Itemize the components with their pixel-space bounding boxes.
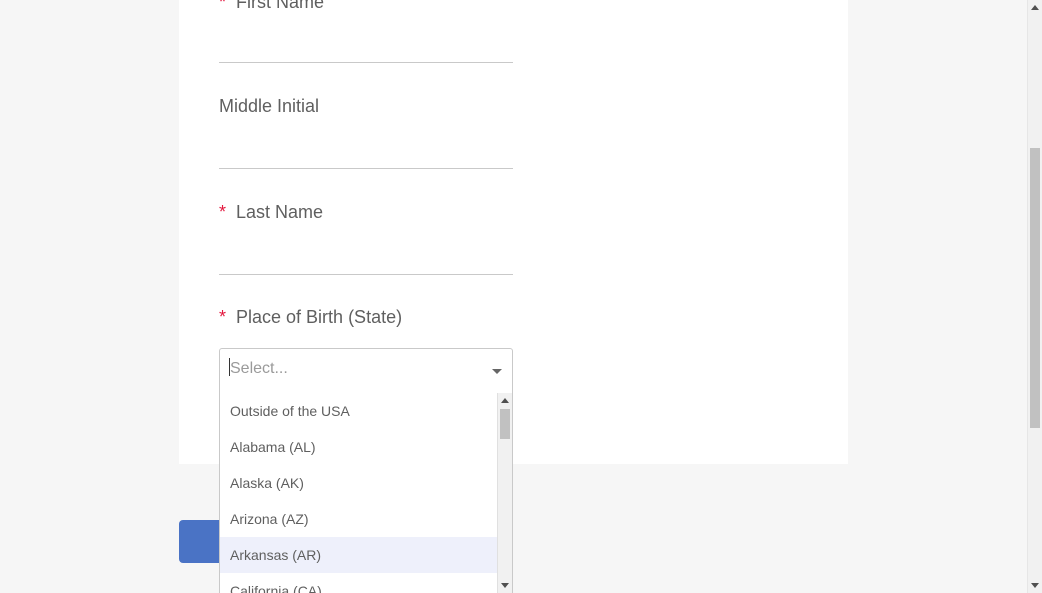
first-name-label: * First Name xyxy=(219,0,324,13)
dropdown-option[interactable]: Outside of the USA xyxy=(220,393,498,429)
required-marker: * xyxy=(219,0,227,12)
middle-initial-input[interactable] xyxy=(219,168,513,169)
dropdown-option[interactable]: Alabama (AL) xyxy=(220,429,498,465)
chevron-down-icon[interactable] xyxy=(492,369,502,374)
page-scroll-thumb[interactable] xyxy=(1030,148,1040,428)
place-of-birth-label: * Place of Birth (State) xyxy=(219,307,403,327)
place-of-birth-select[interactable]: Select... xyxy=(219,348,513,394)
dropdown-scrollbar[interactable] xyxy=(497,393,512,593)
select-search-input[interactable]: Select... xyxy=(230,360,288,378)
last-name-input[interactable] xyxy=(219,274,513,275)
page-scroll-up-icon[interactable] xyxy=(1031,5,1039,10)
page-scrollbar[interactable] xyxy=(1027,0,1042,593)
dropdown-option-highlighted[interactable]: Arkansas (AR) xyxy=(220,537,498,573)
last-name-label: * Last Name xyxy=(219,202,324,222)
dropdown-option[interactable]: Alaska (AK) xyxy=(220,465,498,501)
state-dropdown-list: Outside of the USA Alabama (AL) Alaska (… xyxy=(219,393,513,593)
dropdown-option[interactable]: California (CA) xyxy=(220,573,498,593)
first-name-input[interactable] xyxy=(219,62,513,63)
required-marker: * xyxy=(219,202,227,222)
middle-initial-label: Middle Initial xyxy=(219,96,320,116)
required-marker: * xyxy=(219,307,227,327)
scroll-up-arrow-icon[interactable] xyxy=(501,398,509,403)
scroll-down-arrow-icon[interactable] xyxy=(501,583,509,588)
dropdown-scroll-thumb[interactable] xyxy=(500,409,510,439)
page-scroll-down-icon[interactable] xyxy=(1031,583,1039,588)
dropdown-option[interactable]: Arizona (AZ) xyxy=(220,501,498,537)
